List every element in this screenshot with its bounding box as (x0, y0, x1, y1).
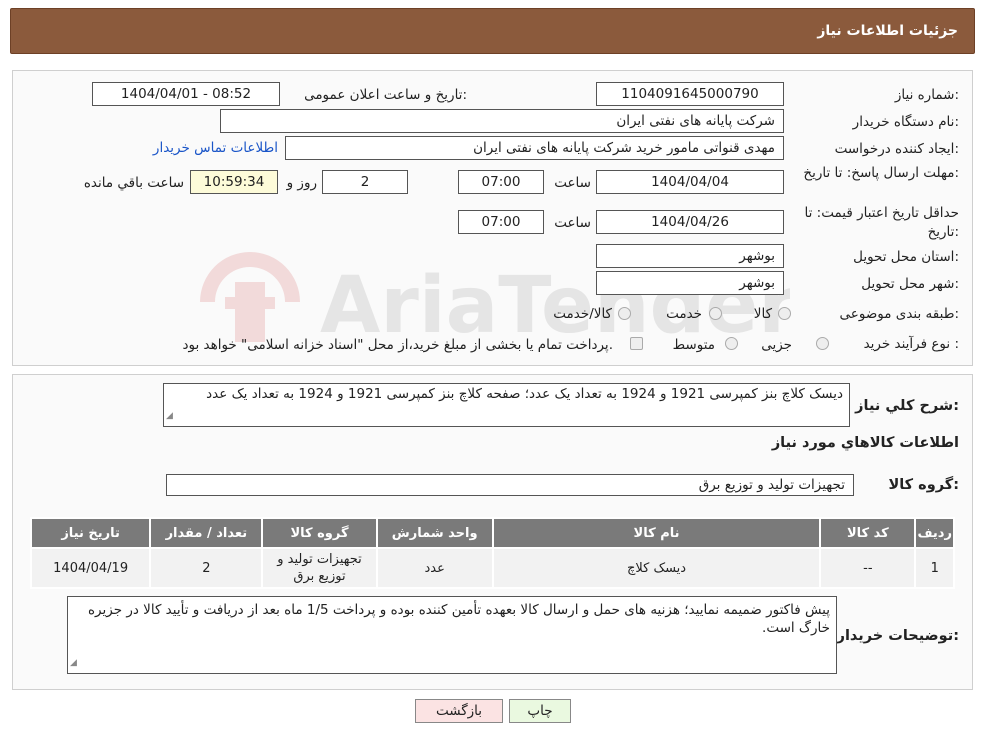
cell-name: دیسک کلاچ (491, 547, 822, 589)
col-date-header: تاریخ نیاز (29, 517, 152, 549)
city-field: بوشهر (596, 271, 784, 295)
col-row-header: ردیف (914, 517, 955, 549)
category-service-label: خدمت (666, 306, 702, 322)
reply-time-label: ساعت (554, 175, 591, 191)
goods-table: ردیف کد کالا نام کالا واحد شمارش گروه کا… (29, 517, 955, 589)
city-label: شهر محل تحویل: (861, 276, 959, 292)
need-summary-text: دیسک کلاچ بنز کمپرسی 1921 و 1924 به تعدا… (206, 386, 843, 402)
table-row: 1 -- دیسک کلاچ عدد تجهیزات تولید و توزیع… (29, 547, 955, 589)
col-qty-header: تعداد / مقدار (149, 517, 264, 549)
treasury-payment-checkbox[interactable] (630, 337, 643, 350)
buyer-org-label: نام دستگاه خریدار: (852, 114, 959, 130)
cell-group: تجهیزات تولید و توزیع برق (261, 547, 378, 589)
purchase-medium-label: متوسط (672, 337, 715, 353)
goods-group-field: تجهیزات تولید و توزیع برق (166, 474, 854, 496)
buyer-notes-label: توضیحات خریدار: (836, 628, 959, 644)
requester-field: مهدی قنواتی مامور خرید شرکت پایانه های ن… (285, 136, 784, 160)
col-unit-header: واحد شمارش (375, 517, 494, 549)
col-code-header: کد کالا (819, 517, 917, 549)
need-summary-label: شرح کلي نیاز: (855, 398, 959, 414)
purchase-type-label: نوع فرآیند خرید : (863, 336, 959, 352)
announce-datetime-field: 1404/04/01 - 08:52 (92, 82, 280, 106)
cell-qty: 2 (149, 547, 264, 589)
validity-time-field: 07:00 (458, 210, 544, 234)
reply-deadline-label: مهلت ارسال پاسخ: تا تاریخ: (803, 165, 959, 181)
need-summary-field: دیسک کلاچ بنز کمپرسی 1921 و 1924 به تعدا… (163, 383, 850, 427)
buyer-notes-text: پیش فاکتور ضمیمه نمایید؛ هزنیه های حمل و… (87, 602, 830, 636)
resize-handle-icon[interactable]: ◢ (70, 654, 77, 672)
price-validity-label: حداقل تاریخ اعتبار قیمت: تا تاریخ: (804, 205, 959, 240)
validity-date-field: 1404/04/26 (596, 210, 784, 234)
category-service-radio[interactable] (709, 307, 722, 320)
province-label: استان محل تحویل: (853, 249, 959, 265)
category-goods-service-radio[interactable] (618, 307, 631, 320)
remaining-time-field: 10:59:34 (190, 170, 278, 194)
col-group-header: گروه کالا (261, 517, 378, 549)
print-button[interactable]: چاپ (509, 699, 571, 723)
cell-date: 1404/04/19 (29, 547, 152, 589)
purchase-minor-radio[interactable] (816, 337, 829, 350)
category-goods-service-label: کالا/خدمت (553, 306, 612, 322)
treasury-payment-note: پرداخت تمام یا بخشی از مبلغ خرید،از محل … (182, 337, 613, 353)
goods-section-title: اطلاعات کالاهاي مورد نیاز (771, 435, 959, 451)
cell-unit: عدد (375, 547, 494, 589)
province-field: بوشهر (596, 244, 784, 268)
requester-label: ایجاد کننده درخواست: (834, 141, 959, 157)
validity-time-label: ساعت (554, 215, 591, 231)
page-title: جزئیات اطلاعات نیاز (817, 23, 958, 39)
need-number-field: 1104091645000790 (596, 82, 784, 106)
reply-date-field: 1404/04/04 (596, 170, 784, 194)
purchase-minor-label: جزیی (761, 337, 792, 353)
goods-group-label: گروه کالا: (888, 477, 959, 493)
resize-handle-icon[interactable]: ◢ (166, 407, 173, 425)
cell-row: 1 (914, 547, 955, 589)
announce-datetime-label: تاریخ و ساعت اعلان عمومی: (304, 87, 467, 103)
category-label: طبقه بندی موضوعی: (839, 306, 959, 322)
days-remaining-field: 2 (322, 170, 408, 194)
category-goods-radio[interactable] (778, 307, 791, 320)
cell-code: -- (819, 547, 917, 589)
need-number-label: شماره نیاز: (894, 87, 959, 103)
buyer-contact-link[interactable]: اطلاعات تماس خریدار (153, 140, 278, 156)
buyer-notes-field: پیش فاکتور ضمیمه نمایید؛ هزنیه های حمل و… (67, 596, 837, 674)
purchase-medium-radio[interactable] (725, 337, 738, 350)
buyer-org-field: شرکت پایانه های نفتی ایران (220, 109, 784, 133)
page-header: جزئیات اطلاعات نیاز (10, 8, 975, 54)
category-goods-label: کالا (753, 306, 772, 322)
col-name-header: نام کالا (491, 517, 822, 549)
days-label: روز و (286, 175, 317, 191)
remaining-time-label: ساعت باقي مانده (83, 175, 184, 191)
reply-time-field: 07:00 (458, 170, 544, 194)
back-button[interactable]: بازگشت (415, 699, 503, 723)
table-header-row: ردیف کد کالا نام کالا واحد شمارش گروه کا… (29, 517, 955, 549)
